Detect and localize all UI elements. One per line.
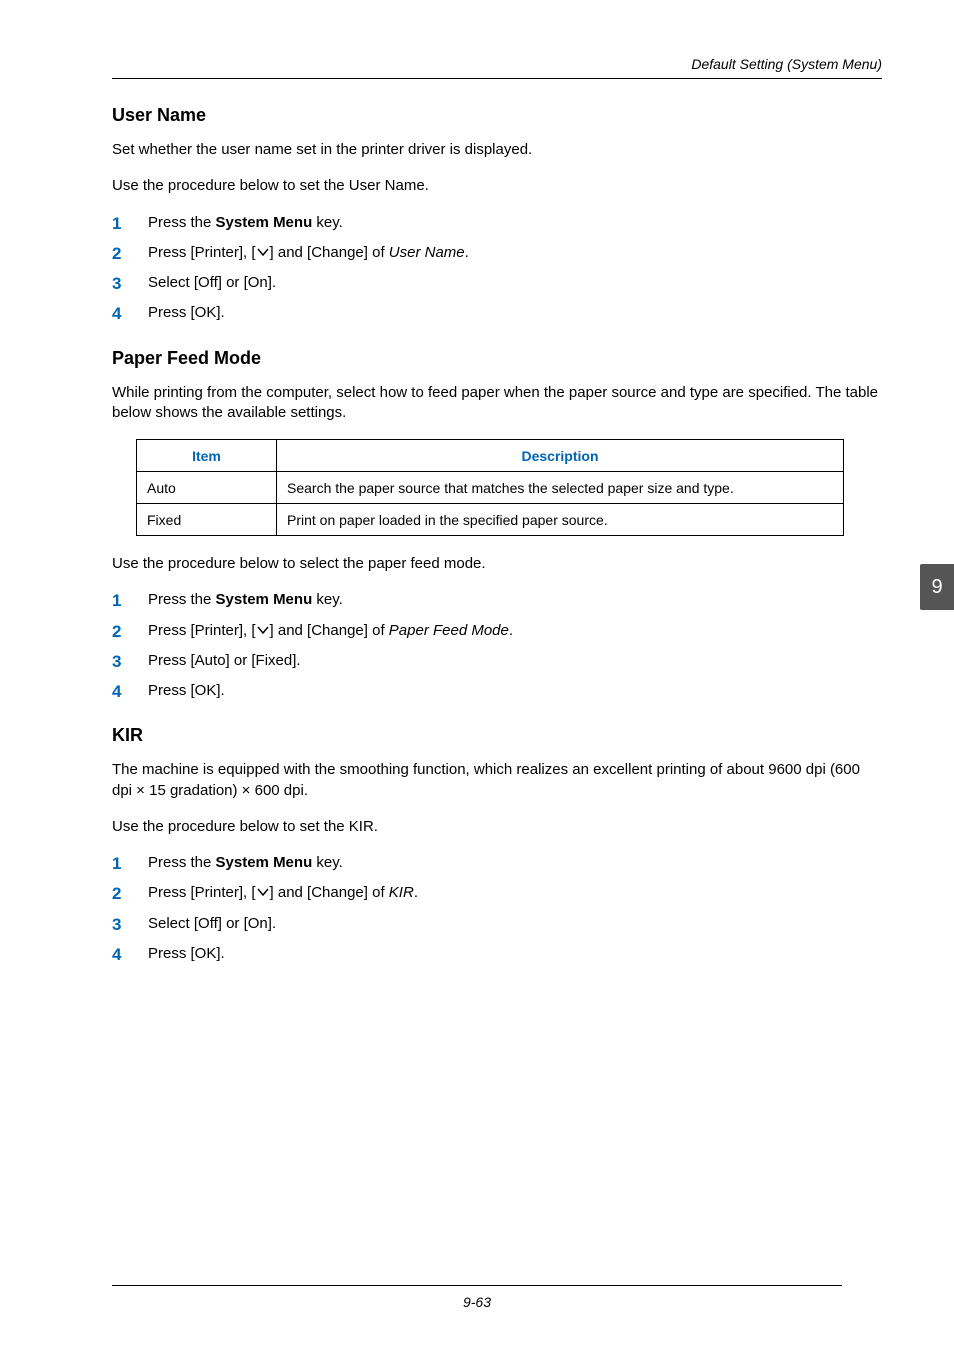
step: Press [OK]. [112, 303, 882, 323]
table-cell: Search the paper source that matches the… [277, 472, 844, 504]
steps-paper-feed-mode: Press the System Menu key. Press [Printe… [112, 590, 882, 701]
section-user-name: User Name Set whether the user name set … [112, 105, 882, 324]
para: Use the procedure below to set the KIR. [112, 817, 882, 837]
step: Press the System Menu key. [112, 853, 882, 873]
page-number: 9-63 [463, 1294, 491, 1310]
chapter-index-tab: 9 [920, 564, 954, 610]
table-row: Fixed Print on paper loaded in the speci… [137, 504, 844, 536]
running-head: Default Setting (System Menu) [112, 56, 882, 79]
table-header-item: Item [137, 440, 277, 472]
para: Use the procedure below to select the pa… [112, 554, 882, 574]
table-cell: Fixed [137, 504, 277, 536]
step: Press [OK]. [112, 944, 882, 964]
step: Press [Printer], [] and [Change] of KIR. [112, 883, 882, 903]
para: While printing from the computer, select… [112, 383, 882, 424]
page-footer: 9-63 [0, 1285, 954, 1310]
heading-paper-feed-mode: Paper Feed Mode [112, 348, 882, 369]
step: Press the System Menu key. [112, 590, 882, 610]
para: Use the procedure below to set the User … [112, 176, 882, 196]
para: Set whether the user name set in the pri… [112, 140, 882, 160]
section-paper-feed-mode: Paper Feed Mode While printing from the … [112, 348, 882, 702]
step: Press [Auto] or [Fixed]. [112, 651, 882, 671]
step: Select [Off] or [On]. [112, 273, 882, 293]
table-header-description: Description [277, 440, 844, 472]
table-cell: Print on paper loaded in the specified p… [277, 504, 844, 536]
step: Press the System Menu key. [112, 213, 882, 233]
heading-kir: KIR [112, 725, 882, 746]
table-cell: Auto [137, 472, 277, 504]
steps-user-name: Press the System Menu key. Press [Printe… [112, 213, 882, 324]
options-table: Item Description Auto Search the paper s… [136, 439, 844, 536]
step: Press [Printer], [] and [Change] of User… [112, 243, 882, 263]
step: Press [OK]. [112, 681, 882, 701]
para: The machine is equipped with the smoothi… [112, 760, 882, 801]
table-row: Auto Search the paper source that matche… [137, 472, 844, 504]
step: Press [Printer], [] and [Change] of Pape… [112, 621, 882, 641]
steps-kir: Press the System Menu key. Press [Printe… [112, 853, 882, 964]
section-kir: KIR The machine is equipped with the smo… [112, 725, 882, 964]
footer-rule [112, 1285, 842, 1286]
heading-user-name: User Name [112, 105, 882, 126]
step: Select [Off] or [On]. [112, 914, 882, 934]
